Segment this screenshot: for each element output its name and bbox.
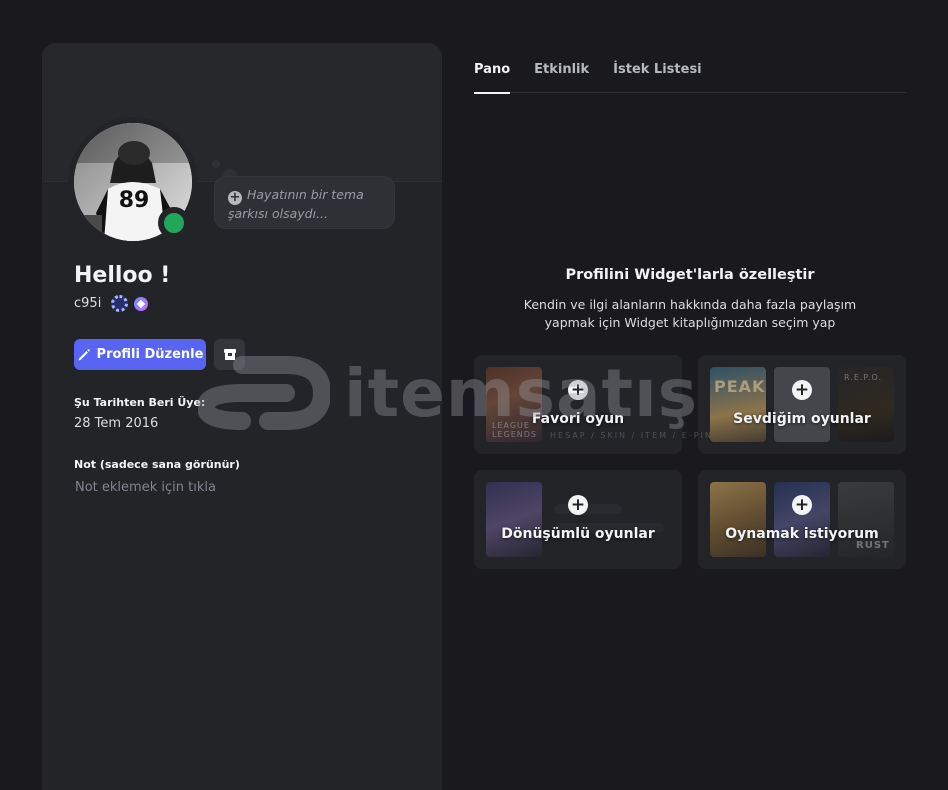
bubble-tail-dot bbox=[212, 160, 220, 168]
username-row: c95i bbox=[74, 295, 149, 312]
theme-song-bubble[interactable]: + Hayatının bir tema şarkısı olsaydı... bbox=[214, 176, 395, 229]
profile-card: 89 + Hayatının bir tema şarkısı olsaydı..… bbox=[42, 43, 442, 790]
widgets-description-line: yapmak için Widget kitaplığımızdan seçim… bbox=[544, 315, 836, 330]
svg-text:89: 89 bbox=[119, 188, 150, 213]
widget-label: Oynamak istiyorum bbox=[725, 526, 879, 542]
username: c95i bbox=[74, 296, 102, 311]
add-icon: + bbox=[792, 380, 812, 400]
add-icon: + bbox=[568, 380, 588, 400]
hypesquad-badge-icon[interactable] bbox=[111, 295, 129, 312]
shop-button[interactable] bbox=[214, 339, 245, 370]
widgets-title: Profilini Widget'larla özelleştir bbox=[565, 267, 815, 283]
edit-profile-button[interactable]: Profili Düzenle bbox=[74, 339, 206, 370]
add-icon: + bbox=[792, 495, 812, 515]
widgets-description-line: Kendin ve ilgi alanların hakkında daha f… bbox=[523, 297, 857, 312]
widget-label: Favori oyun bbox=[531, 411, 625, 427]
note-input[interactable]: Not eklemek için tıkla bbox=[75, 480, 216, 495]
online-status-indicator bbox=[158, 207, 190, 239]
display-name: Helloo ! bbox=[74, 263, 171, 288]
widget-favorite-games[interactable]: PEAK R.E.P.O. + Sevdiğim oyunlar bbox=[698, 355, 906, 454]
nitro-badge-icon[interactable] bbox=[134, 296, 149, 311]
member-since-label: Şu Tarihten Beri Üye: bbox=[74, 396, 206, 409]
note-label: Not (sadece sana görünür) bbox=[74, 458, 240, 471]
shop-icon bbox=[223, 349, 236, 360]
profile-tabs: Pano Etkinlik İstek Listesi bbox=[474, 62, 906, 94]
widget-rotating-games[interactable]: + Dönüşümlü oyunlar bbox=[474, 470, 682, 569]
tab-pano[interactable]: Pano bbox=[474, 62, 511, 94]
tab-etkinlik[interactable]: Etkinlik bbox=[534, 62, 589, 93]
plus-circle-icon: + bbox=[228, 190, 242, 205]
widget-want-to-play[interactable]: RUST + Oynamak istiyorum bbox=[698, 470, 906, 569]
add-icon: + bbox=[568, 495, 588, 515]
edit-profile-label: Profili Düzenle bbox=[96, 347, 204, 362]
member-since-value: 28 Tem 2016 bbox=[74, 416, 159, 431]
tab-istek-listesi[interactable]: İstek Listesi bbox=[613, 62, 701, 93]
widget-label: Dönüşümlü oyunlar bbox=[501, 526, 655, 542]
widgets-description: Kendin ve ilgi alanların hakkında daha f… bbox=[474, 296, 906, 332]
widget-label: Sevdiğim oyunlar bbox=[733, 411, 871, 427]
pencil-icon bbox=[78, 348, 90, 360]
widget-favorite-game[interactable]: LEAGUE LEGENDS + Favori oyun bbox=[474, 355, 682, 454]
theme-song-placeholder: Hayatının bir tema şarkısı olsaydı... bbox=[228, 187, 364, 221]
